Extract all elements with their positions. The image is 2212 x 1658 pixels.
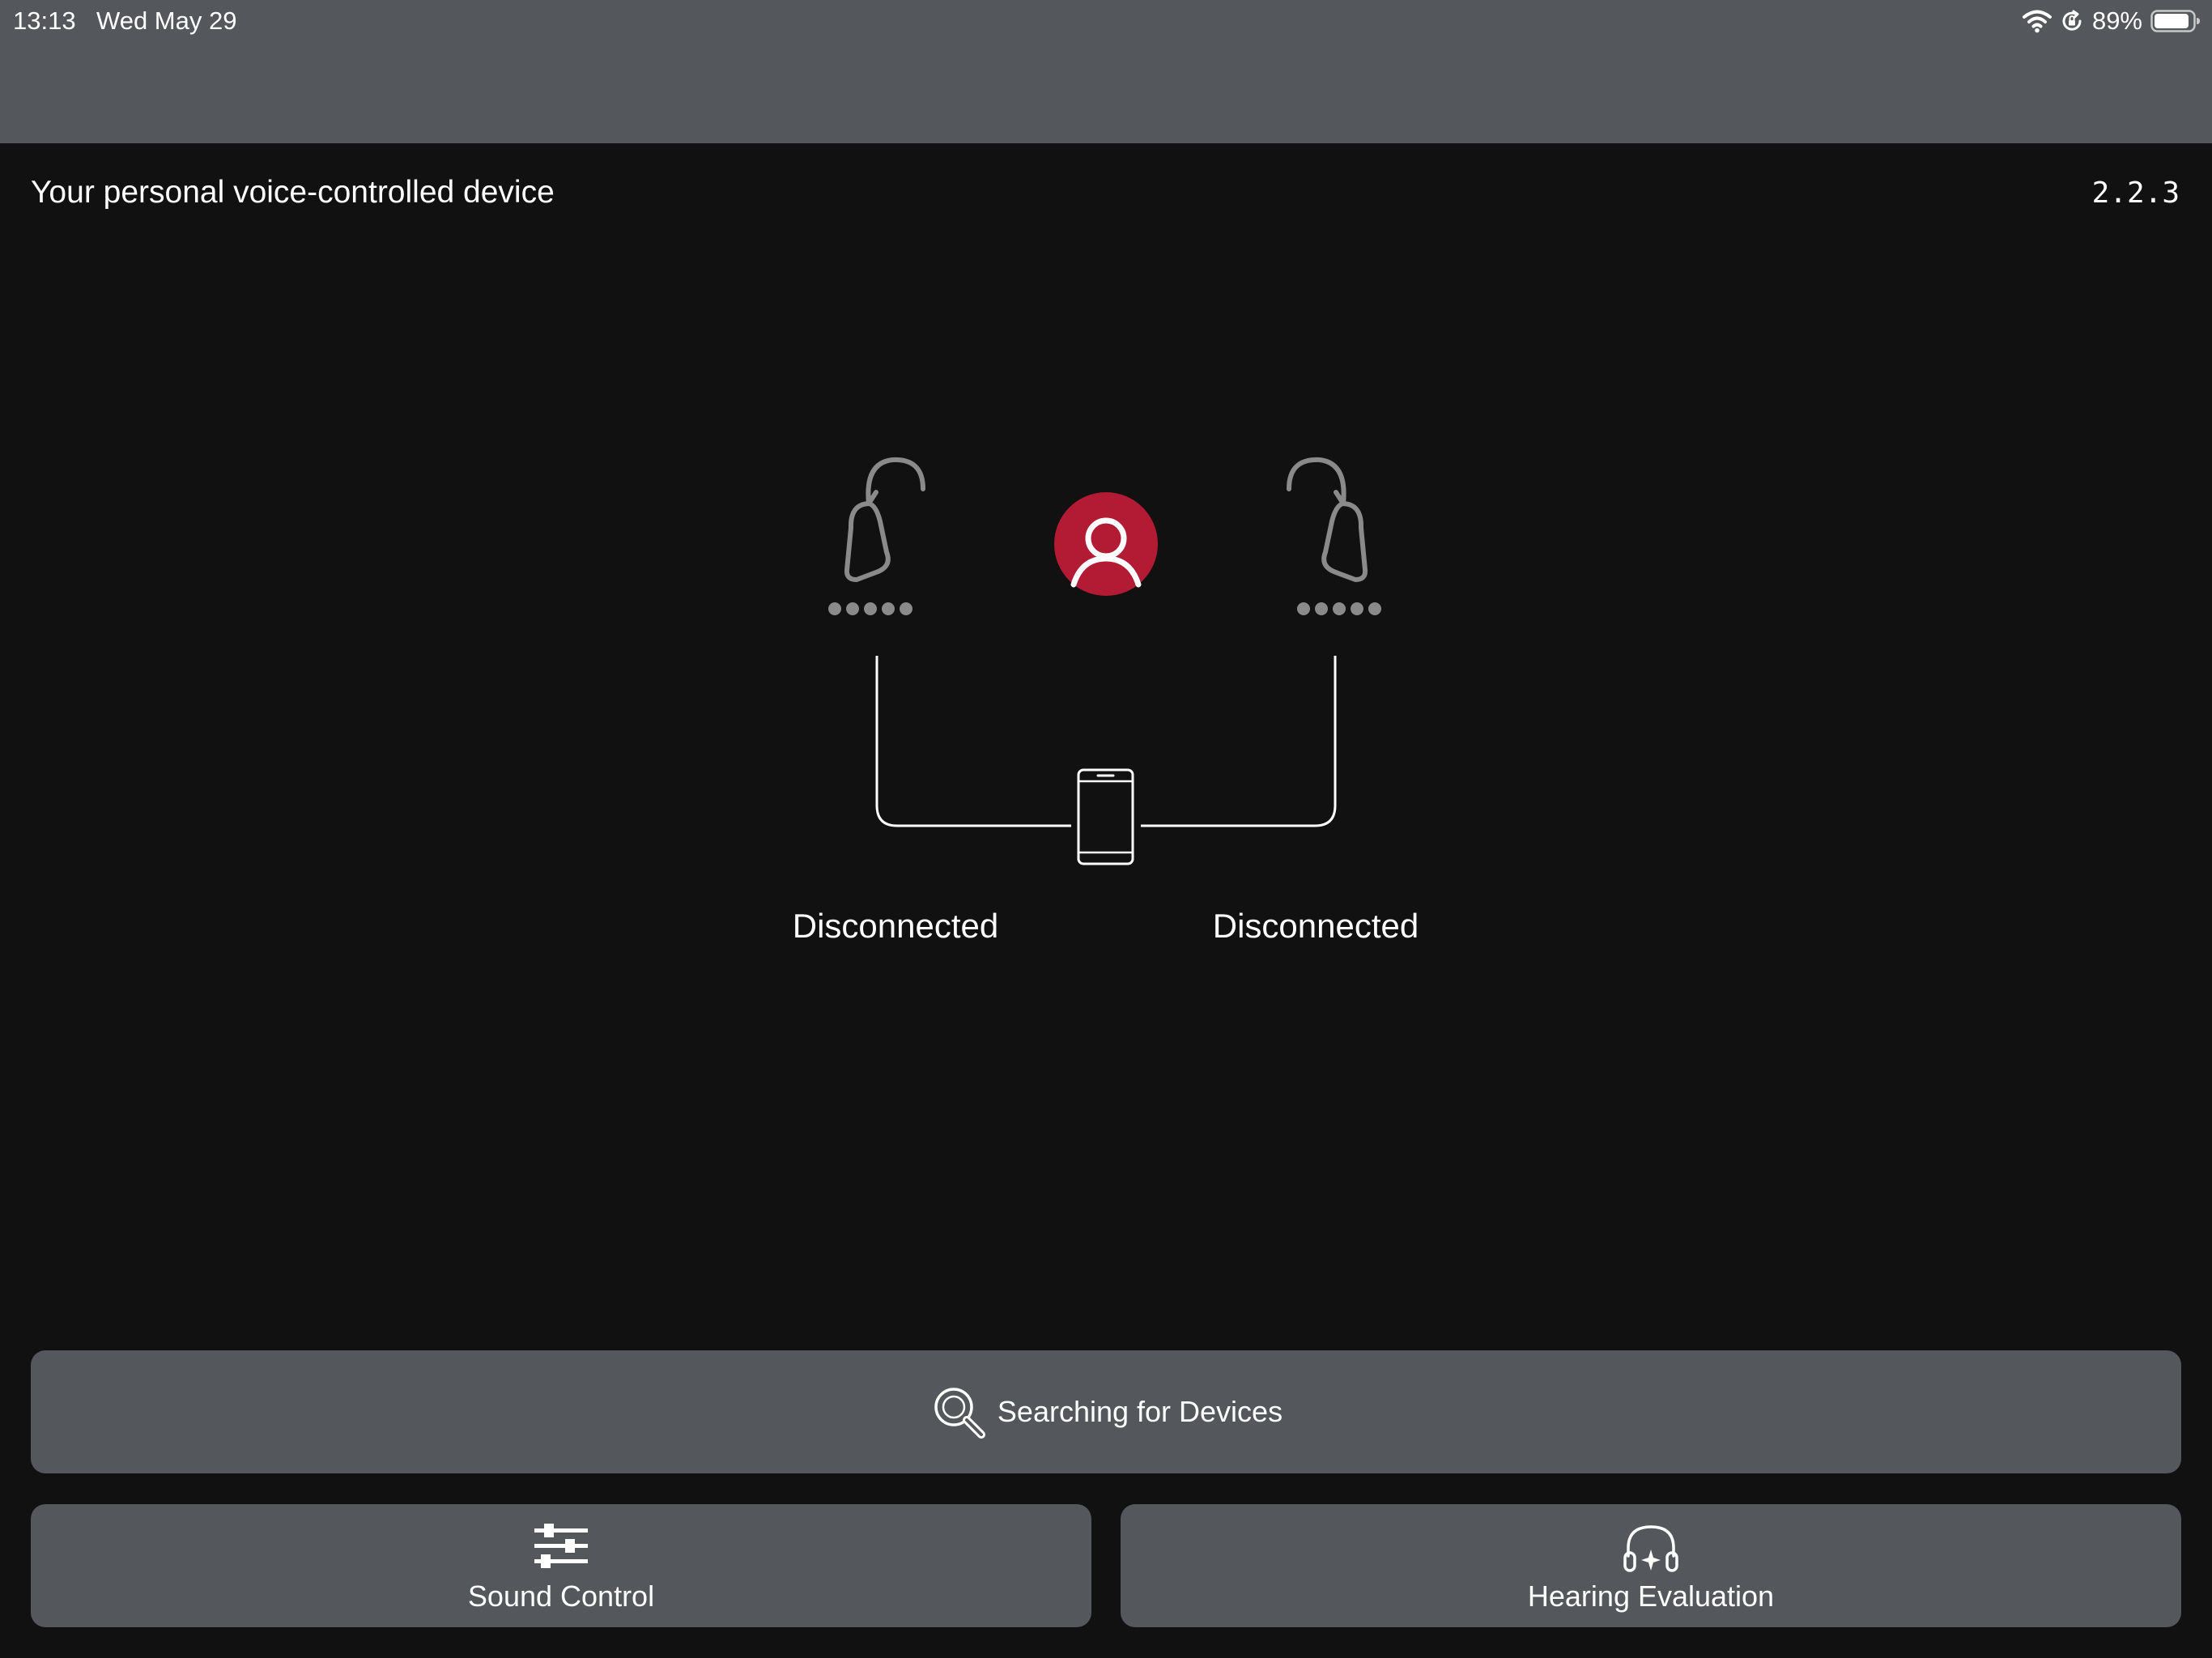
sound-control-button[interactable]: Sound Control [31,1504,1091,1627]
sound-control-label: Sound Control [467,1579,655,1613]
left-signal-dot [864,602,877,615]
status-indicators: 89% [2022,5,2201,37]
left-signal-dot [828,602,841,615]
right-connection-line [1141,656,1337,827]
right-signal-dot [1351,602,1363,615]
hearing-evaluation-label: Hearing Evaluation [1527,1579,1775,1613]
left-signal-dot [846,602,859,615]
left-hearing-aid-icon[interactable] [844,457,925,582]
app-root: 13:13 Wed May 29 89% Your personal voice… [0,0,2212,1658]
magnifier-icon [934,1388,985,1439]
orientation-lock-icon [2062,10,2082,31]
right-signal-dots [1297,602,1381,615]
right-signal-dot [1315,602,1328,615]
sliders-icon [534,1524,588,1568]
app-version: 2.2.3 [2091,176,2180,210]
search-devices-label: Searching for Devices [997,1395,1283,1428]
right-signal-dot [1368,602,1381,615]
top-header-band: 13:13 Wed May 29 89% [0,0,2212,143]
left-signal-dot [900,602,912,615]
battery-icon [2150,10,2200,32]
search-devices-button[interactable]: Searching for Devices [31,1350,2181,1473]
left-signal-dots [828,602,912,615]
user-profile-icon[interactable] [1054,492,1158,596]
right-signal-dot [1333,602,1346,615]
status-time: 13:13 [13,6,76,35]
status-date: Wed May 29 [96,6,237,35]
right-signal-dot [1297,602,1310,615]
left-connection-line [875,656,1071,827]
battery-percent: 89% [2091,6,2142,35]
phone-icon [1077,768,1134,865]
right-device-status: Disconnected [1212,907,1419,945]
wifi-icon [2022,10,2052,33]
right-hearing-aid-icon[interactable] [1287,457,1368,582]
hearing-evaluation-button[interactable]: Hearing Evaluation [1121,1504,2181,1627]
page-subtitle: Your personal voice-controlled device [31,175,555,210]
left-device-status: Disconnected [792,907,999,945]
headphones-icon [1623,1525,1678,1572]
left-signal-dot [882,602,895,615]
